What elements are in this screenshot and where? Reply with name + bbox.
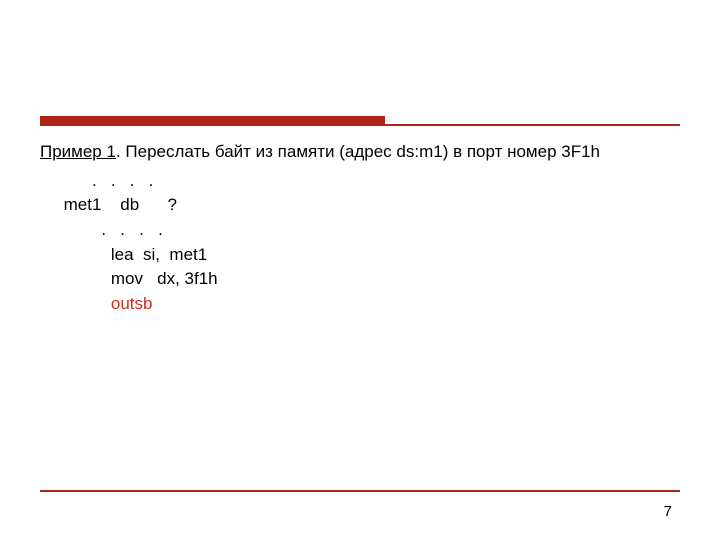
code-block: . . . . met1 db ? . . . . lea si, met1 m… (40, 169, 680, 317)
page-number: 7 (664, 503, 672, 520)
code-line-1: . . . . (40, 171, 153, 190)
code-line-6-instr: outsb (111, 294, 153, 313)
example-description: Переслать байт из памяти (адрес ds:m1) в… (121, 142, 600, 161)
header-rule-thin (40, 124, 680, 126)
example-title-line: Пример 1. Переслать байт из памяти (адре… (40, 140, 680, 165)
code-line-5: mov dx, 3f1h (40, 269, 218, 288)
footer-rule (40, 490, 680, 492)
code-line-6-indent (40, 294, 111, 313)
slide-content: Пример 1. Переслать байт из памяти (адре… (40, 140, 680, 316)
code-line-4: lea si, met1 (40, 245, 207, 264)
header-rule (40, 116, 680, 126)
code-line-3: . . . . (40, 220, 163, 239)
example-label: Пример 1 (40, 142, 116, 161)
code-line-2: met1 db ? (40, 195, 177, 214)
